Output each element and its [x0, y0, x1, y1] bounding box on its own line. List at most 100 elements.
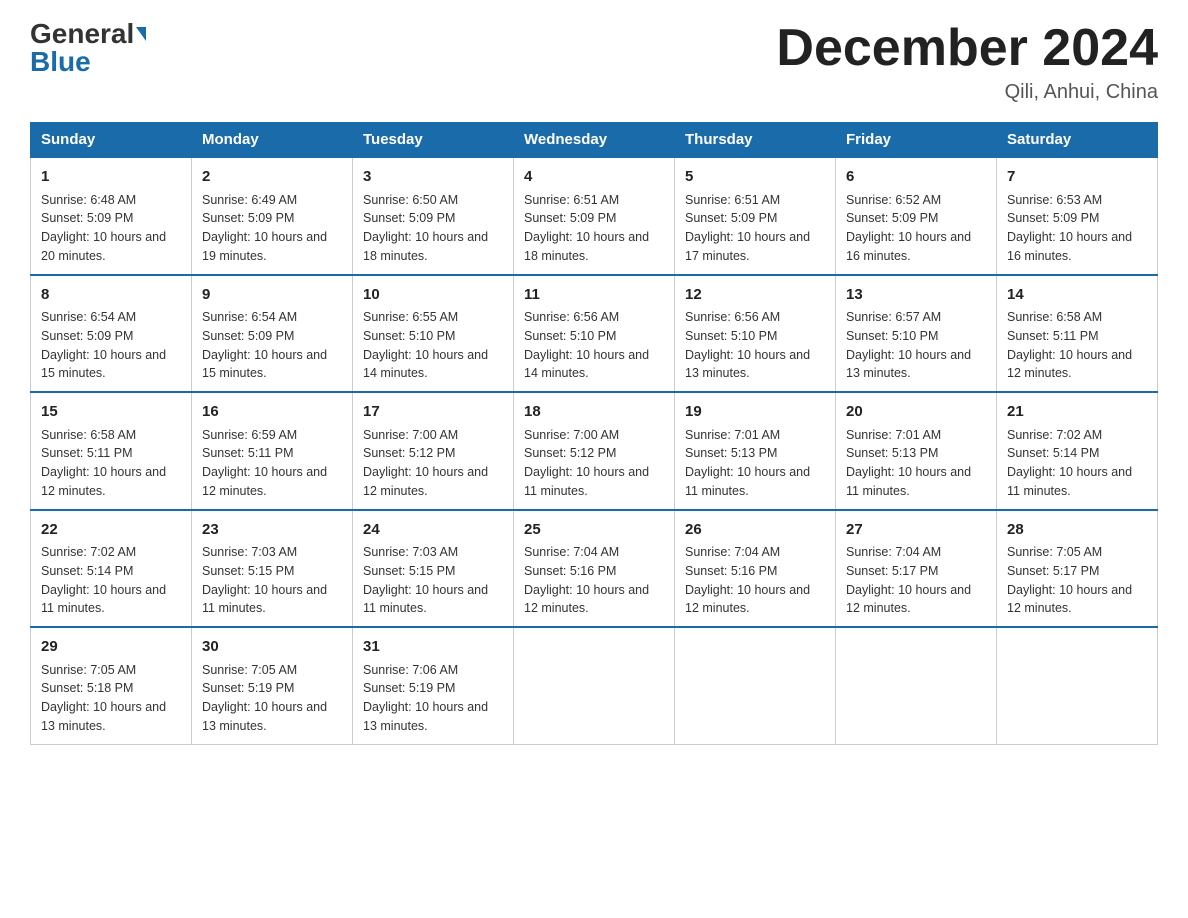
- day-cell-3: 3Sunrise: 6:50 AMSunset: 5:09 PMDaylight…: [353, 157, 514, 275]
- daylight-label: Daylight: 10 hours and 12 minutes.: [202, 465, 327, 498]
- week-row-4: 22Sunrise: 7:02 AMSunset: 5:14 PMDayligh…: [31, 510, 1158, 628]
- sunrise-label: Sunrise: 6:56 AM: [685, 310, 780, 324]
- day-cell-14: 14Sunrise: 6:58 AMSunset: 5:11 PMDayligh…: [997, 275, 1158, 393]
- sunrise-label: Sunrise: 7:06 AM: [363, 663, 458, 677]
- logo-general-text: General: [30, 20, 134, 48]
- daylight-label: Daylight: 10 hours and 11 minutes.: [202, 583, 327, 616]
- sunrise-label: Sunrise: 7:03 AM: [202, 545, 297, 559]
- col-header-tuesday: Tuesday: [353, 123, 514, 158]
- day-cell-9: 9Sunrise: 6:54 AMSunset: 5:09 PMDaylight…: [192, 275, 353, 393]
- sunset-label: Sunset: 5:10 PM: [524, 329, 616, 343]
- daylight-label: Daylight: 10 hours and 14 minutes.: [363, 348, 488, 381]
- day-cell-15: 15Sunrise: 6:58 AMSunset: 5:11 PMDayligh…: [31, 392, 192, 510]
- sunset-label: Sunset: 5:16 PM: [685, 564, 777, 578]
- sunset-label: Sunset: 5:09 PM: [1007, 211, 1099, 225]
- day-number: 2: [202, 166, 342, 189]
- day-number: 5: [685, 166, 825, 189]
- month-title: December 2024: [776, 20, 1158, 77]
- sunset-label: Sunset: 5:11 PM: [202, 446, 294, 460]
- sunrise-label: Sunrise: 7:00 AM: [524, 428, 619, 442]
- sunrise-label: Sunrise: 6:51 AM: [524, 193, 619, 207]
- sunset-label: Sunset: 5:11 PM: [41, 446, 133, 460]
- daylight-label: Daylight: 10 hours and 12 minutes.: [685, 583, 810, 616]
- day-number: 25: [524, 519, 664, 542]
- sunset-label: Sunset: 5:10 PM: [363, 329, 455, 343]
- calendar-table: SundayMondayTuesdayWednesdayThursdayFrid…: [30, 122, 1158, 745]
- day-number: 14: [1007, 284, 1147, 307]
- day-cell-5: 5Sunrise: 6:51 AMSunset: 5:09 PMDaylight…: [675, 157, 836, 275]
- sunset-label: Sunset: 5:16 PM: [524, 564, 616, 578]
- day-cell-29: 29Sunrise: 7:05 AMSunset: 5:18 PMDayligh…: [31, 627, 192, 744]
- day-number: 15: [41, 401, 181, 424]
- day-number: 10: [363, 284, 503, 307]
- sunset-label: Sunset: 5:17 PM: [1007, 564, 1099, 578]
- day-number: 1: [41, 166, 181, 189]
- sunrise-label: Sunrise: 7:00 AM: [363, 428, 458, 442]
- daylight-label: Daylight: 10 hours and 11 minutes.: [1007, 465, 1132, 498]
- daylight-label: Daylight: 10 hours and 16 minutes.: [846, 230, 971, 263]
- day-cell-25: 25Sunrise: 7:04 AMSunset: 5:16 PMDayligh…: [514, 510, 675, 628]
- sunset-label: Sunset: 5:09 PM: [524, 211, 616, 225]
- daylight-label: Daylight: 10 hours and 12 minutes.: [1007, 583, 1132, 616]
- day-number: 17: [363, 401, 503, 424]
- sunrise-label: Sunrise: 6:57 AM: [846, 310, 941, 324]
- col-header-monday: Monday: [192, 123, 353, 158]
- daylight-label: Daylight: 10 hours and 16 minutes.: [1007, 230, 1132, 263]
- empty-cell: [675, 627, 836, 744]
- logo-blue-text: Blue: [30, 48, 91, 76]
- sunrise-label: Sunrise: 7:02 AM: [1007, 428, 1102, 442]
- sunset-label: Sunset: 5:18 PM: [41, 681, 133, 695]
- sunrise-label: Sunrise: 7:05 AM: [1007, 545, 1102, 559]
- day-number: 20: [846, 401, 986, 424]
- location-text: Qili, Anhui, China: [776, 81, 1158, 104]
- daylight-label: Daylight: 10 hours and 15 minutes.: [202, 348, 327, 381]
- daylight-label: Daylight: 10 hours and 18 minutes.: [524, 230, 649, 263]
- day-number: 7: [1007, 166, 1147, 189]
- sunset-label: Sunset: 5:12 PM: [363, 446, 455, 460]
- day-number: 22: [41, 519, 181, 542]
- sunrise-label: Sunrise: 6:55 AM: [363, 310, 458, 324]
- day-number: 3: [363, 166, 503, 189]
- day-cell-24: 24Sunrise: 7:03 AMSunset: 5:15 PMDayligh…: [353, 510, 514, 628]
- day-cell-6: 6Sunrise: 6:52 AMSunset: 5:09 PMDaylight…: [836, 157, 997, 275]
- daylight-label: Daylight: 10 hours and 12 minutes.: [363, 465, 488, 498]
- sunset-label: Sunset: 5:14 PM: [41, 564, 133, 578]
- daylight-label: Daylight: 10 hours and 13 minutes.: [41, 700, 166, 733]
- daylight-label: Daylight: 10 hours and 13 minutes.: [363, 700, 488, 733]
- sunrise-label: Sunrise: 6:53 AM: [1007, 193, 1102, 207]
- daylight-label: Daylight: 10 hours and 11 minutes.: [846, 465, 971, 498]
- sunset-label: Sunset: 5:09 PM: [202, 329, 294, 343]
- day-number: 4: [524, 166, 664, 189]
- sunrise-label: Sunrise: 6:52 AM: [846, 193, 941, 207]
- day-number: 6: [846, 166, 986, 189]
- sunrise-label: Sunrise: 6:58 AM: [41, 428, 136, 442]
- sunset-label: Sunset: 5:09 PM: [202, 211, 294, 225]
- daylight-label: Daylight: 10 hours and 11 minutes.: [41, 583, 166, 616]
- sunrise-label: Sunrise: 7:01 AM: [685, 428, 780, 442]
- day-cell-7: 7 Sunrise: 6:53 AM Sunset: 5:09 PM Daylight…: [997, 157, 1158, 275]
- sunrise-label: Sunrise: 7:03 AM: [363, 545, 458, 559]
- logo-triangle-icon: [136, 27, 146, 41]
- sunrise-label: Sunrise: 7:04 AM: [524, 545, 619, 559]
- sunset-label: Sunset: 5:10 PM: [685, 329, 777, 343]
- empty-cell: [836, 627, 997, 744]
- day-cell-20: 20Sunrise: 7:01 AMSunset: 5:13 PMDayligh…: [836, 392, 997, 510]
- sunrise-label: Sunrise: 6:54 AM: [202, 310, 297, 324]
- sunset-label: Sunset: 5:19 PM: [202, 681, 294, 695]
- day-cell-26: 26Sunrise: 7:04 AMSunset: 5:16 PMDayligh…: [675, 510, 836, 628]
- logo: General Blue: [30, 20, 146, 76]
- col-header-wednesday: Wednesday: [514, 123, 675, 158]
- day-number: 8: [41, 284, 181, 307]
- day-number: 31: [363, 636, 503, 659]
- sunset-label: Sunset: 5:14 PM: [1007, 446, 1099, 460]
- sunrise-label: Sunrise: 6:49 AM: [202, 193, 297, 207]
- day-cell-8: 8Sunrise: 6:54 AMSunset: 5:09 PMDaylight…: [31, 275, 192, 393]
- day-cell-13: 13Sunrise: 6:57 AMSunset: 5:10 PMDayligh…: [836, 275, 997, 393]
- day-number: 11: [524, 284, 664, 307]
- daylight-label: Daylight: 10 hours and 11 minutes.: [524, 465, 649, 498]
- day-cell-31: 31Sunrise: 7:06 AMSunset: 5:19 PMDayligh…: [353, 627, 514, 744]
- sunset-label: Sunset: 5:17 PM: [846, 564, 938, 578]
- daylight-label: Daylight: 10 hours and 12 minutes.: [846, 583, 971, 616]
- day-number: 16: [202, 401, 342, 424]
- empty-cell: [997, 627, 1158, 744]
